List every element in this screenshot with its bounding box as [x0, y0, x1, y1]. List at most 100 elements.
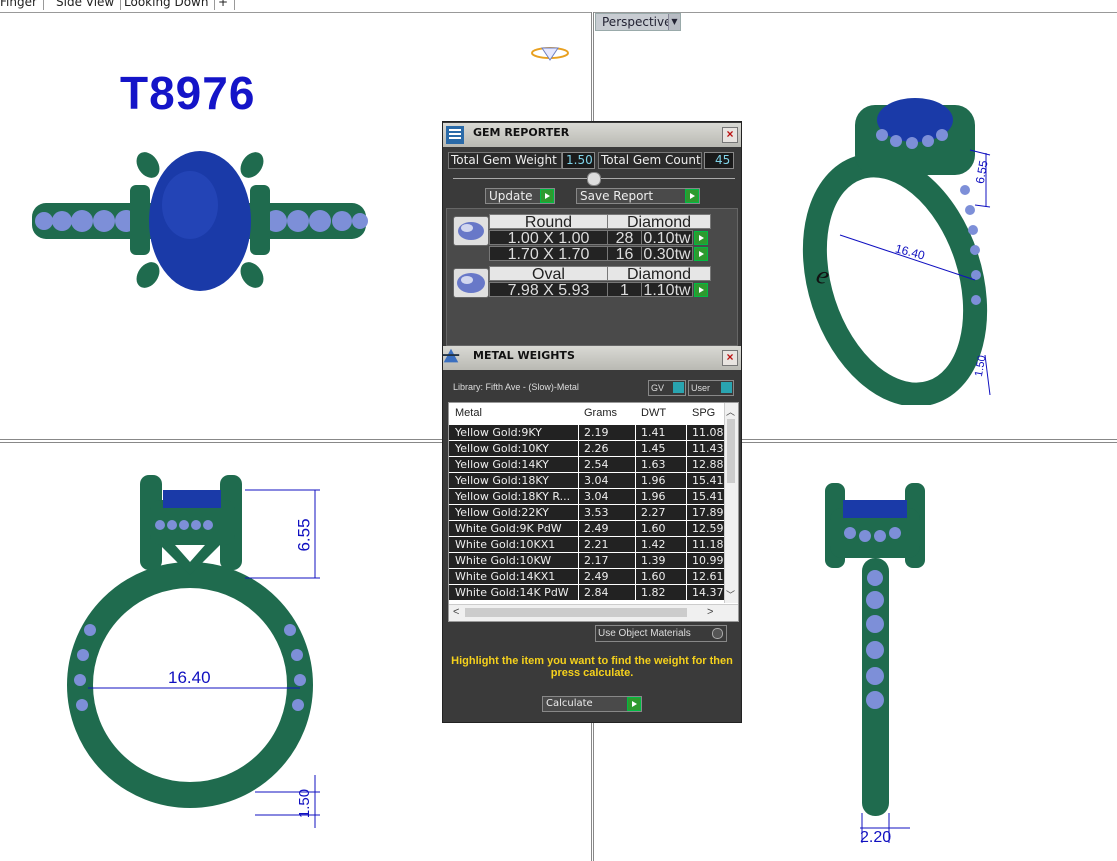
- close-icon[interactable]: ×: [722, 127, 738, 143]
- dimension-height-front: 6.55: [294, 518, 314, 552]
- table-cell: 17.89: [692, 506, 724, 519]
- tab-side-view[interactable]: Side View: [50, 0, 122, 10]
- table-row[interactable]: White Gold:9K PdW 2.49 1.60 12.59: [449, 521, 724, 537]
- table-cell: 1.82: [641, 586, 666, 599]
- use-object-materials-label: Use Object Materials: [598, 628, 691, 639]
- total-gem-count-label: Total Gem Count: [598, 152, 702, 169]
- tab-add[interactable]: +: [212, 0, 236, 10]
- chevron-up-icon[interactable]: ︿: [726, 405, 735, 418]
- user-toggle[interactable]: User: [688, 380, 734, 396]
- gem-count[interactable]: 1: [607, 282, 642, 299]
- viewport-view-dropdown[interactable]: Perspective ▼: [595, 13, 681, 31]
- gem-size[interactable]: 7.98 X 5.93: [489, 282, 608, 299]
- table-row[interactable]: White Gold:10KW 2.17 1.39 10.99: [449, 553, 724, 569]
- table-cell: 15.41: [692, 474, 724, 487]
- column-divider: [686, 473, 687, 489]
- chevron-right-icon[interactable]: >: [707, 606, 713, 618]
- gem-size[interactable]: 1.70 X 1.70: [489, 246, 608, 263]
- table-row[interactable]: Yellow Gold:18KY 3.04 1.96 15.41: [449, 473, 724, 489]
- tab-looking-down[interactable]: Looking Down: [118, 0, 216, 10]
- chevron-left-icon[interactable]: <: [453, 606, 459, 618]
- gv-toggle[interactable]: GV: [648, 380, 686, 396]
- use-object-materials-toggle[interactable]: Use Object Materials: [595, 625, 727, 642]
- gem-weight[interactable]: 1.10tw: [641, 282, 693, 299]
- play-icon[interactable]: [694, 231, 708, 245]
- table-cell: 1.42: [641, 538, 666, 551]
- column-divider: [578, 505, 579, 521]
- chevron-down-icon[interactable]: ﹀: [726, 588, 735, 601]
- column-divider: [635, 569, 636, 585]
- scrollbar-thumb[interactable]: [727, 419, 735, 483]
- column-divider: [635, 521, 636, 537]
- column-divider: [635, 425, 636, 441]
- ring-side-view[interactable]: [815, 478, 935, 848]
- gem-reporter-header[interactable]: GEM REPORTER ×: [443, 123, 741, 147]
- total-gem-count-value: 45: [704, 152, 734, 169]
- column-header-dwt[interactable]: DWT: [641, 407, 666, 419]
- table-cell: 10.99: [692, 554, 724, 567]
- radio-icon: [712, 628, 723, 639]
- metal-weights-header[interactable]: METAL WEIGHTS ×: [442, 346, 741, 370]
- table-row[interactable]: White Gold:10KX1 2.21 1.42 11.18: [449, 537, 724, 553]
- play-icon[interactable]: [694, 283, 708, 297]
- play-icon[interactable]: [694, 247, 708, 261]
- calculate-button-label: Calculate: [546, 698, 593, 709]
- table-cell: 11.08: [692, 426, 724, 439]
- column-divider: [578, 521, 579, 537]
- gem-shape-round: Round: [489, 214, 608, 231]
- column-header-grams[interactable]: Grams: [584, 407, 617, 419]
- gem-reporter-panel: GEM REPORTER × Total Gem Weight 1.50 Tot…: [442, 121, 742, 723]
- column-header-spg[interactable]: SPG: [692, 407, 715, 419]
- gem-count[interactable]: 28: [607, 230, 642, 247]
- close-icon[interactable]: ×: [722, 350, 738, 366]
- column-divider: [635, 553, 636, 569]
- vertical-scrollbar[interactable]: ︿ ﹀: [724, 403, 738, 603]
- table-row[interactable]: Yellow Gold:14KY 2.54 1.63 12.88: [449, 457, 724, 473]
- round-gem-icon[interactable]: [453, 216, 489, 246]
- gem-reporter-title: GEM REPORTER: [473, 126, 570, 139]
- table-cell: 3.04: [584, 474, 609, 487]
- column-divider: [578, 537, 579, 553]
- table-row[interactable]: Yellow Gold:10KY 2.26 1.45 11.43: [449, 441, 724, 457]
- calculate-button[interactable]: Calculate: [542, 696, 642, 712]
- table-cell: White Gold:10KW: [455, 554, 552, 567]
- size-slider-handle[interactable]: [587, 172, 601, 186]
- total-gem-weight-value: 1.50: [562, 152, 595, 169]
- table-row[interactable]: Yellow Gold:22KY 3.53 2.27 17.89: [449, 505, 724, 521]
- horizontal-scrollbar[interactable]: < >: [449, 604, 738, 621]
- table-row[interactable]: White Gold:14K PdW 2.84 1.82 14.37: [449, 585, 724, 601]
- table-cell: 15.41: [692, 490, 724, 503]
- column-divider: [686, 441, 687, 457]
- column-header-metal[interactable]: Metal: [455, 407, 482, 419]
- diamond-ring-icon[interactable]: [530, 42, 570, 64]
- ring-top-view[interactable]: [30, 145, 370, 295]
- play-icon: [685, 189, 699, 203]
- scrollbar-thumb[interactable]: [465, 608, 687, 617]
- oval-gem-icon[interactable]: [453, 268, 489, 298]
- table-row[interactable]: Yellow Gold:18KY R... 3.04 1.96 15.41: [449, 489, 724, 505]
- save-report-button[interactable]: Save Report: [576, 188, 700, 204]
- total-gem-weight-label: Total Gem Weight: [448, 152, 562, 169]
- table-cell: 11.18: [692, 538, 724, 551]
- column-divider: [686, 521, 687, 537]
- table-cell: 12.88: [692, 458, 724, 471]
- gem-reporter-icon: [446, 126, 464, 144]
- gem-size[interactable]: 1.00 X 1.00: [489, 230, 608, 247]
- save-report-button-label: Save Report: [580, 189, 654, 203]
- column-divider: [578, 457, 579, 473]
- tab-finger[interactable]: Finger: [0, 0, 44, 10]
- table-cell: Yellow Gold:10KY: [455, 442, 549, 455]
- gem-weight[interactable]: 0.30tw: [641, 246, 693, 263]
- table-row[interactable]: Yellow Gold:9KY 2.19 1.41 11.08: [449, 425, 724, 441]
- gem-count[interactable]: 16: [607, 246, 642, 263]
- update-button-label: Update: [489, 189, 533, 203]
- table-row[interactable]: White Gold:14KX1 2.49 1.60 12.61: [449, 569, 724, 585]
- column-divider: [635, 489, 636, 505]
- gem-weight[interactable]: 0.10tw: [641, 230, 693, 247]
- view-tab-bar: Finger Side View Looking Down +: [0, 0, 1117, 13]
- viewport-view-label: Perspective: [602, 15, 672, 29]
- column-divider: [686, 569, 687, 585]
- update-button[interactable]: Update: [485, 188, 555, 204]
- column-divider: [635, 505, 636, 521]
- ring-front-view[interactable]: [55, 470, 335, 830]
